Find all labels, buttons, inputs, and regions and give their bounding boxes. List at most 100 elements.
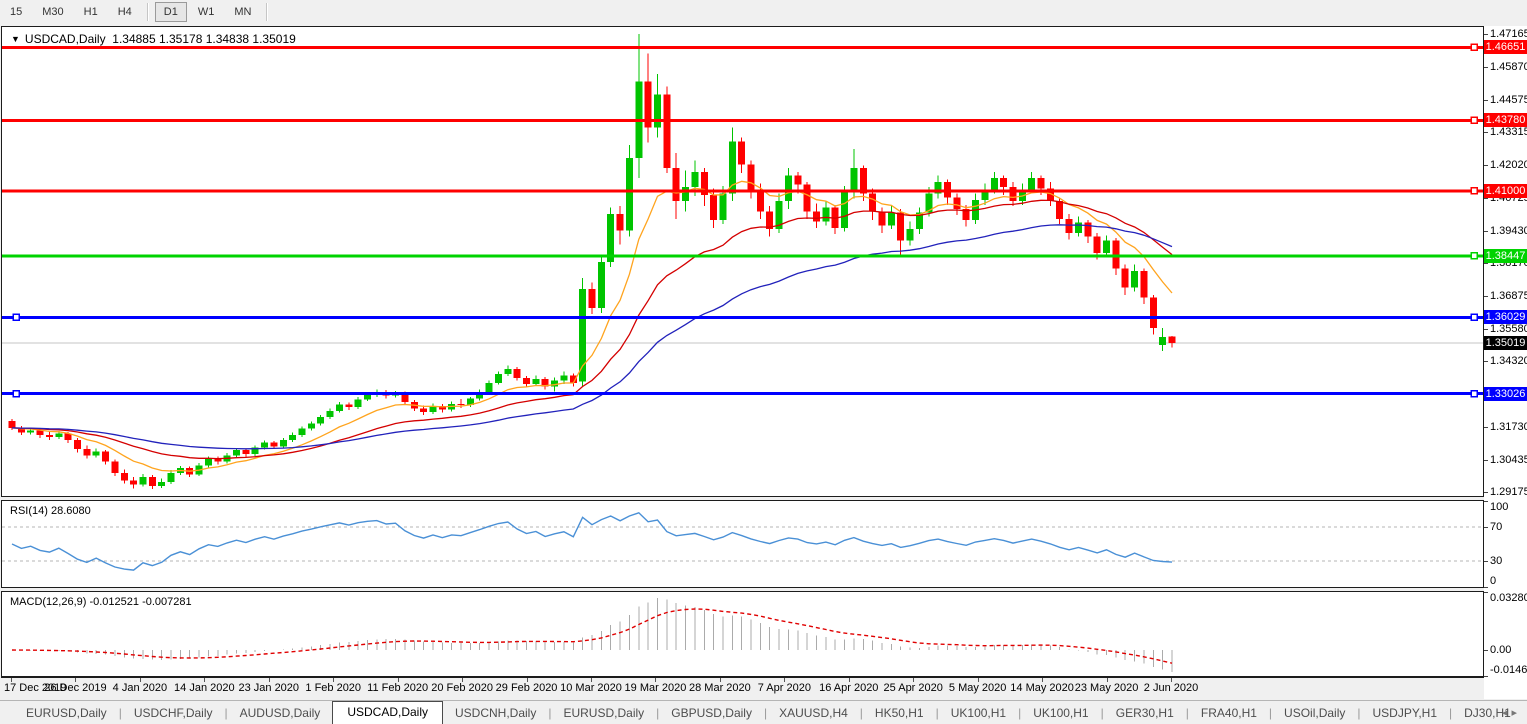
toolbar-separator: [266, 3, 268, 21]
timeframe-button-d1[interactable]: D1: [155, 2, 187, 22]
price-tick-label: 1.42020: [1490, 159, 1527, 171]
chart-tab-hk50-h1[interactable]: HK50,H1: [863, 703, 936, 724]
tab-scroll-right-icon[interactable]: ▸: [1511, 707, 1521, 719]
timeframe-button-h4[interactable]: H4: [109, 2, 141, 22]
chart-tab-usdcnh-daily[interactable]: USDCNH,Daily: [443, 703, 548, 724]
candles-layer: [9, 34, 1176, 489]
date-label: 20 Feb 2020: [431, 682, 493, 694]
chart-tab-xauusd-h4[interactable]: XAUUSD,H4: [767, 703, 860, 724]
price-line-badge: 1.38447: [1484, 249, 1527, 263]
price-tick: [1484, 165, 1488, 166]
chart-tab-usoil-daily[interactable]: USOil,Daily: [1272, 703, 1357, 724]
current-price-badge: 1.35019: [1484, 336, 1527, 350]
date-label: 25 Apr 2020: [884, 682, 943, 694]
price-tick-label: 1.47165: [1490, 28, 1527, 40]
chart-tab-eurusd-daily[interactable]: EURUSD,Daily: [14, 703, 119, 724]
timeframe-toolbar: 15M30H1H4 D1W1MN: [0, 0, 1527, 24]
rsi-tick: [1484, 587, 1488, 588]
hline-handle: [1471, 391, 1477, 397]
chart-tab-eurusd-daily[interactable]: EURUSD,Daily: [551, 703, 656, 724]
collapse-ohlc-icon[interactable]: ▼: [11, 34, 20, 44]
price-tick: [1484, 296, 1488, 297]
price-tick: [1484, 100, 1488, 101]
date-label: 5 May 2020: [949, 682, 1006, 694]
timeframe-button-mn[interactable]: MN: [225, 2, 260, 22]
date-label: 14 May 2020: [1010, 682, 1074, 694]
ma-fast-line: [12, 181, 1172, 471]
hline-handle: [1471, 188, 1477, 194]
price-line-badge: 1.43780: [1484, 113, 1527, 127]
main-price-pane[interactable]: ▼ USDCAD,Daily 1.34885 1.35178 1.34838 1.…: [1, 26, 1484, 497]
ma-medium-line: [12, 200, 1172, 458]
macd-tick: [1484, 592, 1488, 593]
date-label: 28 Mar 2020: [689, 682, 751, 694]
macd-chart[interactable]: [2, 592, 1483, 676]
date-label: 10 Mar 2020: [560, 682, 622, 694]
ma-slow-line: [12, 225, 1172, 449]
rsi-tick-label: 30: [1490, 555, 1502, 567]
price-axis[interactable]: 1.471651.458701.445751.433151.420201.407…: [1484, 26, 1527, 699]
date-label: 23 May 2020: [1075, 682, 1139, 694]
price-tick: [1484, 67, 1488, 68]
price-tick-label: 1.44575: [1490, 94, 1527, 106]
timeframe-button-h1[interactable]: H1: [75, 2, 107, 22]
price-tick-label: 1.43315: [1490, 126, 1527, 138]
price-tick: [1484, 132, 1488, 133]
timeframe-button-w1[interactable]: W1: [189, 2, 224, 22]
price-tick-label: 1.29175: [1490, 486, 1527, 498]
macd-tick: [1484, 676, 1488, 677]
date-label: 4 Jan 2020: [113, 682, 167, 694]
price-tick-label: 1.39430: [1490, 225, 1527, 237]
macd-pane[interactable]: MACD(12,26,9) -0.012521 -0.007281: [1, 591, 1484, 677]
date-label: 2 Jun 2020: [1144, 682, 1198, 694]
macd-label: MACD(12,26,9) -0.012521 -0.007281: [10, 596, 192, 608]
macd-tick: [1484, 650, 1488, 651]
candlestick-chart[interactable]: [2, 27, 1483, 496]
timeframe-button-m30[interactable]: M30: [33, 2, 72, 22]
macd-tick-label: 0.03280: [1490, 592, 1527, 604]
date-label: 11 Feb 2020: [367, 682, 428, 694]
rsi-pane[interactable]: RSI(14) 28.6080: [1, 500, 1484, 588]
date-label: 23 Jan 2020: [238, 682, 299, 694]
chart-tab-fra40-h1[interactable]: FRA40,H1: [1189, 703, 1269, 724]
rsi-tick: [1484, 527, 1488, 528]
price-tick: [1484, 492, 1488, 493]
macd-tick-label: -0.01467: [1490, 664, 1527, 676]
date-label: 16 Apr 2020: [819, 682, 878, 694]
price-tick: [1484, 329, 1488, 330]
chart-tab-uk100-h1[interactable]: UK100,H1: [1021, 703, 1100, 724]
chart-tab-audusd-daily[interactable]: AUDUSD,Daily: [228, 703, 333, 724]
date-label: 29 Feb 2020: [496, 682, 558, 694]
date-label: 1 Feb 2020: [305, 682, 361, 694]
price-tick: [1484, 231, 1488, 232]
chart-tab-uk100-h1[interactable]: UK100,H1: [939, 703, 1018, 724]
price-tick: [1484, 198, 1488, 199]
rsi-tick-label: 0: [1490, 575, 1496, 587]
date-label: 14 Jan 2020: [174, 682, 235, 694]
chart-tab-usdchf-daily[interactable]: USDCHF,Daily: [122, 703, 225, 724]
rsi-tick: [1484, 501, 1488, 502]
hline-handle: [1471, 253, 1477, 259]
chart-tab-usdjpy-h1[interactable]: USDJPY,H1: [1361, 703, 1449, 724]
chart-title: ▼ USDCAD,Daily 1.34885 1.35178 1.34838 1.…: [11, 32, 296, 46]
chart-tab-gbpusd-daily[interactable]: GBPUSD,Daily: [659, 703, 764, 724]
macd-tick-label: 0.00: [1490, 644, 1511, 656]
price-tick-label: 1.31730: [1490, 421, 1527, 433]
price-tick-label: 1.45870: [1490, 61, 1527, 73]
symbol-timeframe-label: USDCAD,Daily: [25, 32, 106, 46]
date-label: 7 Apr 2020: [758, 682, 811, 694]
chart-tab-usdcad-daily[interactable]: USDCAD,Daily: [332, 701, 443, 724]
tab-scroll-arrows[interactable]: ◂▸: [1502, 706, 1521, 719]
rsi-chart[interactable]: [2, 501, 1483, 587]
timeframe-button-15[interactable]: 15: [1, 2, 31, 22]
chart-tab-bar: EURUSD,Daily|USDCHF,Daily|AUDUSD,DailyUS…: [0, 700, 1527, 724]
price-tick: [1484, 460, 1488, 461]
chart-tab-ger30-h1[interactable]: GER30,H1: [1104, 703, 1186, 724]
rsi-tick-label: 70: [1490, 521, 1502, 533]
ohlc-values: 1.34885 1.35178 1.34838 1.35019: [112, 32, 296, 46]
hline-handle: [13, 391, 19, 397]
price-tick: [1484, 361, 1488, 362]
date-label: 26 Dec 2019: [44, 682, 106, 694]
date-axis[interactable]: 17 Dec 201926 Dec 20194 Jan 202014 Jan 2…: [1, 677, 1484, 699]
price-tick-label: 1.36875: [1490, 290, 1527, 302]
